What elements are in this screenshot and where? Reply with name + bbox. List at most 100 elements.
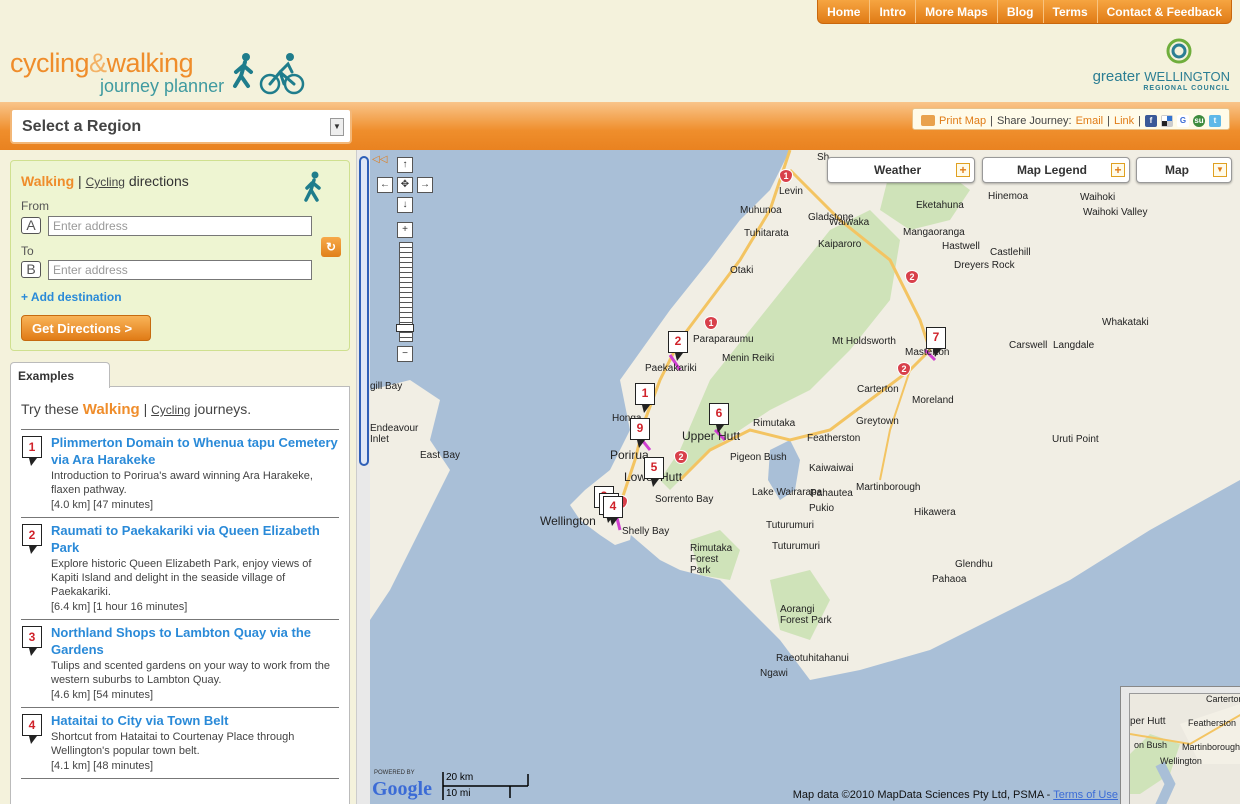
collapse-panel-icon[interactable]: ◁◁ (372, 154, 387, 165)
route-marker[interactable]: 5 (644, 457, 664, 487)
directions-box: Walking | Cycling directions From A To B… (10, 160, 350, 351)
gw-wellington: WELLINGTON (1144, 69, 1230, 84)
list-item[interactable] (21, 778, 339, 789)
walking-mode-label[interactable]: Walking (21, 173, 74, 189)
nav-intro[interactable]: Intro (869, 0, 915, 23)
route-marker[interactable]: 9 (630, 418, 650, 448)
weather-button[interactable]: Weather + (827, 157, 975, 183)
panel-scrollbar[interactable] (356, 150, 370, 804)
nav-terms[interactable]: Terms (1042, 0, 1097, 23)
example-marker-icon: 4 (22, 714, 42, 744)
list-item[interactable]: 1 Plimmerton Domain to Whenua tapu Cemet… (21, 429, 339, 517)
examples-tab[interactable]: Examples (10, 362, 110, 388)
place-label: Levin (779, 186, 803, 197)
from-address-input[interactable] (48, 216, 312, 236)
overview-map[interactable]: Carterton per Hutt Featherston on Bush M… (1120, 686, 1240, 804)
directions-word: directions (128, 173, 189, 189)
examples-panel: Try these Walking | Cycling journeys. 1 … (10, 386, 350, 804)
example-title-link[interactable]: Raumati to Paekakariki via Queen Elizabe… (51, 522, 339, 556)
map-type-select[interactable]: Map ▼ (1136, 157, 1232, 183)
facebook-icon[interactable]: f (1145, 114, 1157, 127)
share-separator: | (990, 114, 993, 127)
example-title-link[interactable]: Plimmerton Domain to Whenua tapu Cemeter… (51, 434, 339, 468)
link-link[interactable]: Link (1114, 115, 1134, 127)
share-separator: | (1107, 114, 1110, 127)
greater-wellington-logo[interactable]: greater WELLINGTON REGIONAL COUNCIL (1093, 38, 1230, 92)
place-label: Raeotuhitahanui (776, 653, 849, 664)
add-destination-link[interactable]: + Add destination (21, 290, 122, 304)
google-bookmark-icon[interactable]: G (1177, 114, 1189, 127)
example-title-link[interactable]: Hataitai to City via Town Belt (51, 712, 339, 729)
expand-plus-icon[interactable]: + (956, 163, 970, 177)
example-meta: [4.6 km] [54 minutes] (51, 689, 154, 701)
map-legend-button[interactable]: Map Legend + (982, 157, 1130, 183)
example-meta: [6.4 km] [1 hour 16 minutes] (51, 601, 188, 613)
terms-of-use-link[interactable]: Terms of Use (1053, 789, 1118, 801)
pan-left-icon[interactable]: ← (377, 177, 393, 193)
journeys-text: journeys. (194, 401, 252, 417)
place-label: Hinemoa (988, 191, 1029, 202)
walker-cyclist-icon (233, 53, 305, 95)
to-address-input[interactable] (48, 260, 312, 280)
place-label: Mt Holdsworth (832, 336, 896, 347)
dropdown-arrow-icon[interactable]: ▼ (1213, 163, 1227, 177)
place-label: Dreyers Rock (954, 260, 1015, 271)
place-label: Sorrento Bay (655, 494, 714, 505)
route-marker[interactable]: 2 (668, 331, 688, 361)
list-item[interactable]: 3 Northland Shops to Lambton Quay via th… (21, 619, 339, 707)
place-label: Glendhu (955, 559, 993, 570)
nav-contact-feedback[interactable]: Contact & Feedback (1096, 0, 1231, 23)
pan-right-icon[interactable]: → (417, 177, 433, 193)
zoom-in-icon[interactable]: + (397, 222, 413, 238)
overview-map-view[interactable]: Carterton per Hutt Featherston on Bush M… (1129, 693, 1240, 804)
route-marker[interactable]: 1 (635, 383, 655, 413)
twitter-icon[interactable]: t (1209, 114, 1221, 127)
examples-cycling-link[interactable]: Cycling (151, 403, 190, 417)
region-select[interactable]: Select a Region ▼ (10, 108, 352, 144)
site-logo[interactable]: cycling&walking journey planner (10, 48, 224, 96)
pan-center-icon[interactable]: ✥ (397, 177, 413, 193)
weather-label: Weather (874, 163, 922, 177)
stumbleupon-icon[interactable]: su (1193, 114, 1205, 127)
example-description: Shortcut from Hataitai to Courtenay Plac… (51, 731, 295, 757)
get-directions-button[interactable]: Get Directions > (21, 315, 151, 341)
place-label: Waihoki Valley (1083, 207, 1148, 218)
nav-home[interactable]: Home (818, 0, 869, 23)
example-description: Introduction to Porirua's award winning … (51, 470, 313, 496)
nav-more-maps[interactable]: More Maps (915, 0, 997, 23)
delicious-icon[interactable] (1161, 114, 1173, 127)
zoom-out-icon[interactable]: − (397, 346, 413, 362)
route-marker[interactable]: 4 (603, 496, 623, 526)
dropdown-arrow-icon[interactable]: ▼ (330, 118, 344, 136)
expand-plus-icon[interactable]: + (1111, 163, 1125, 177)
examples-walking-tab[interactable]: Walking (83, 401, 140, 418)
place-label: Rimutaka (753, 418, 796, 429)
from-label: From (21, 199, 49, 213)
toolbar: Select a Region ▼ Print Map | Share Jour… (0, 102, 1240, 150)
directions-heading: Walking | Cycling directions (21, 173, 189, 189)
route-marker[interactable]: 7 (926, 327, 946, 357)
example-meta: [4.0 km] [47 minutes] (51, 499, 154, 511)
printer-icon[interactable] (921, 115, 936, 126)
nav-blog[interactable]: Blog (996, 0, 1043, 23)
email-link[interactable]: Email (1076, 115, 1104, 127)
list-item[interactable]: 4 Hataitai to City via Town Belt Shortcu… (21, 707, 339, 778)
pan-up-icon[interactable]: ↑ (397, 157, 413, 173)
google-logo[interactable]: Google (372, 778, 432, 801)
logo-walking: walking (106, 48, 194, 78)
place-label: Carterton (857, 384, 899, 395)
route-marker[interactable]: 6 (709, 403, 729, 433)
cycling-mode-link[interactable]: Cycling (86, 175, 125, 189)
pan-down-icon[interactable]: ↓ (397, 197, 413, 213)
swap-addresses-icon[interactable]: ↻ (321, 237, 341, 257)
place-label: Endeavour Inlet (370, 423, 419, 445)
map-view[interactable]: Levin Muhunoa Gladstone Waiwaka Eketahun… (370, 150, 1240, 804)
list-item[interactable]: 2 Raumati to Paekakariki via Queen Eliza… (21, 517, 339, 619)
example-marker-icon: 2 (22, 524, 42, 554)
scrollbar-thumb[interactable] (359, 156, 369, 466)
print-map-link[interactable]: Print Map (939, 115, 986, 127)
example-title-link[interactable]: Northland Shops to Lambton Quay via the … (51, 624, 339, 658)
left-panel: Walking | Cycling directions From A To B… (0, 150, 356, 804)
zoom-slider-handle[interactable] (396, 324, 414, 332)
to-label: To (21, 244, 34, 258)
